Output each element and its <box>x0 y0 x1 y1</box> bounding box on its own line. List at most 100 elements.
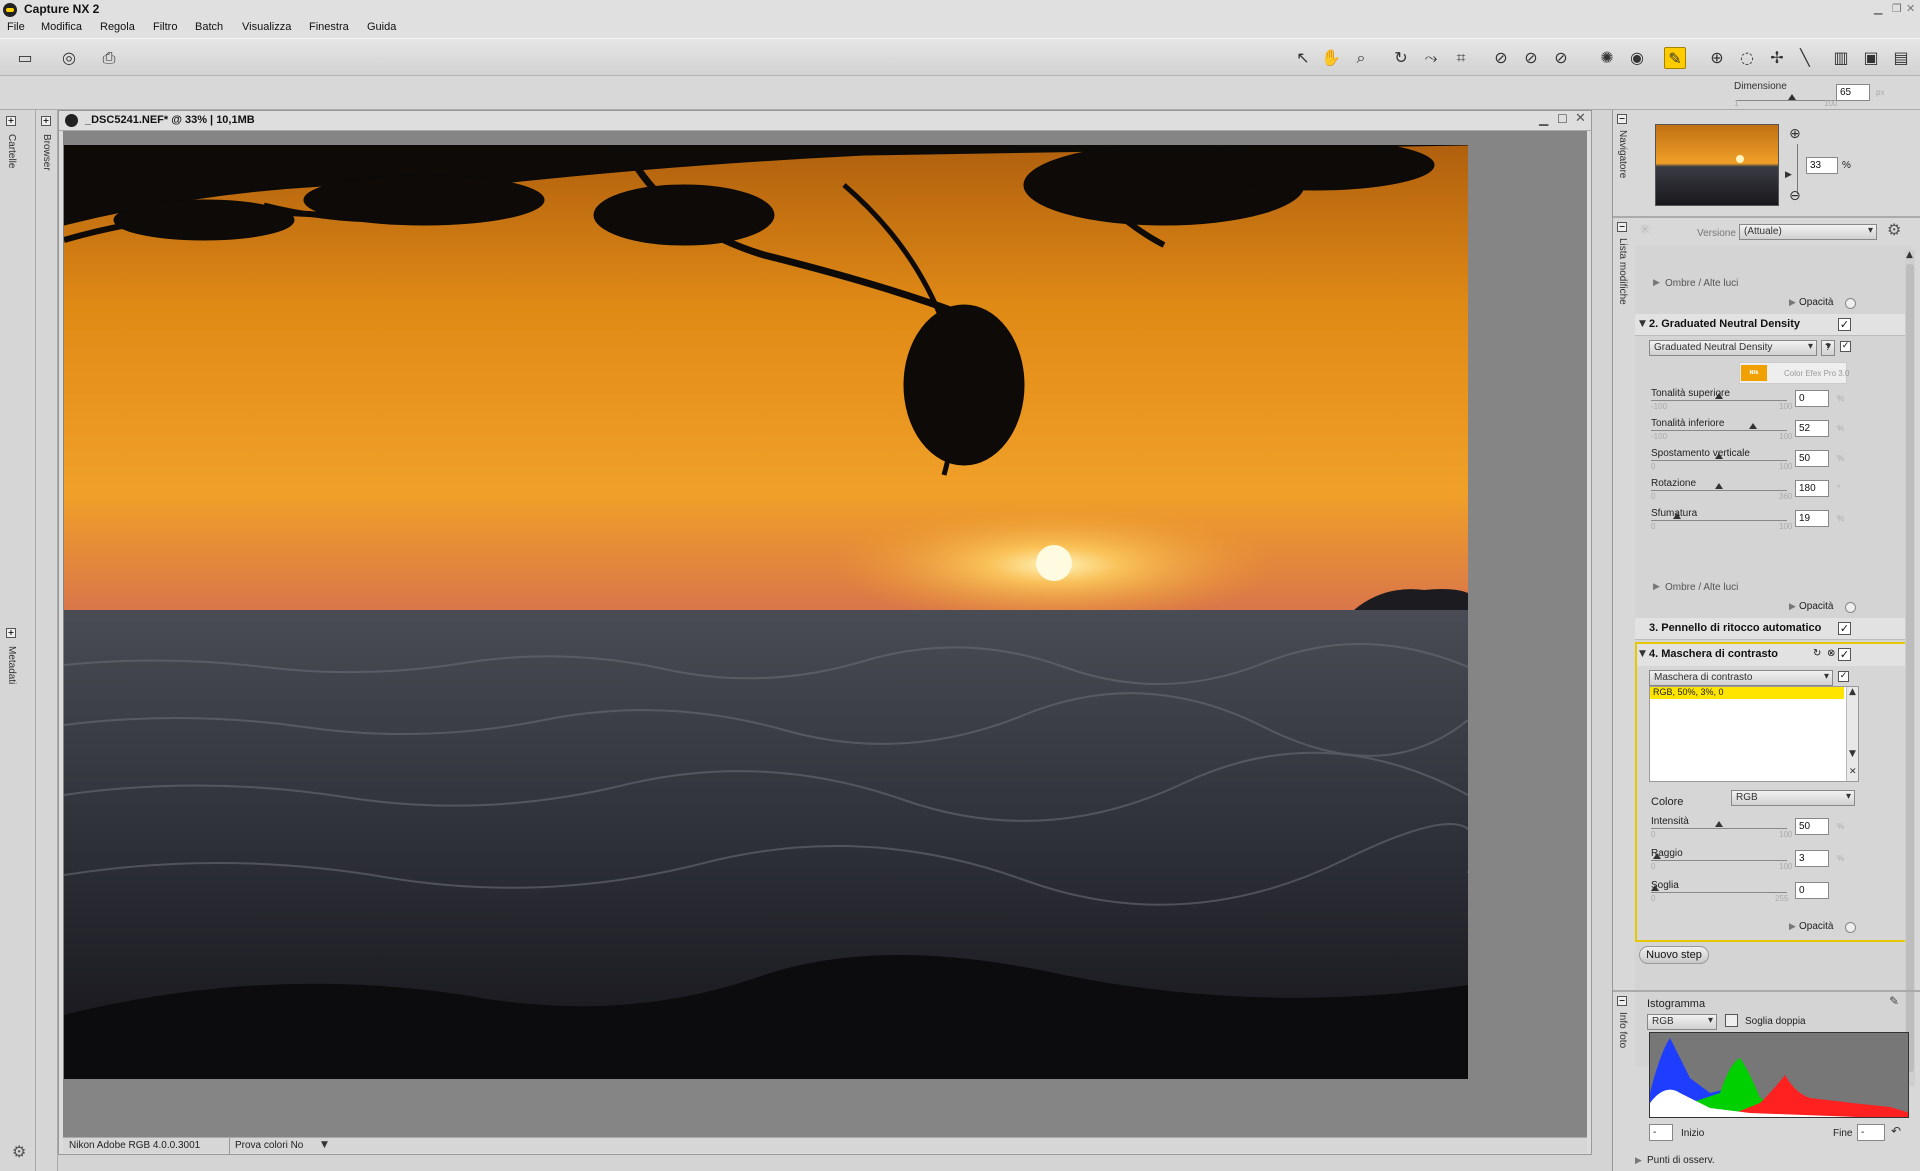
step4-collapse-icon[interactable]: ▼ <box>1639 649 1646 659</box>
step1-opacity-label[interactable]: Opacità <box>1799 297 1833 308</box>
watch-points-label[interactable]: Punti di osserv. <box>1647 1155 1715 1166</box>
cartelle-toggle[interactable]: + <box>6 116 16 126</box>
histogram-edit-icon[interactable]: ✎ <box>1889 994 1899 1008</box>
navigator-thumbnail[interactable] <box>1655 124 1779 206</box>
auto-retouch-brush-icon[interactable]: ✎ <box>1664 47 1686 69</box>
tab-cartelle[interactable]: Cartelle <box>6 134 17 168</box>
param-slider-track[interactable] <box>1651 460 1787 461</box>
lasso-icon[interactable]: ◌ <box>1736 47 1758 69</box>
print-icon[interactable]: ⎙ <box>98 47 120 69</box>
list-delete-icon[interactable]: ✕ <box>1849 767 1857 777</box>
menu-guida[interactable]: Guida <box>367 21 396 33</box>
zoom-icon[interactable]: ⌕ <box>1350 47 1372 69</box>
param-slider-thumb[interactable] <box>1673 513 1681 519</box>
menu-batch[interactable]: Batch <box>195 21 223 33</box>
dimension-input[interactable]: 65 <box>1836 84 1870 101</box>
step2-shadows-label[interactable]: Ombre / Alte luci <box>1665 582 1738 593</box>
param-input[interactable]: 52 <box>1795 420 1829 437</box>
step2-header[interactable]: ▼ 2. Graduated Neutral Density ✓ <box>1635 314 1913 336</box>
step4-opacity-label[interactable]: Opacità <box>1799 921 1833 932</box>
zoom-input[interactable]: 33 <box>1806 157 1838 174</box>
watch-points-expand-icon[interactable]: ▶ <box>1635 1156 1642 1166</box>
param-slider-track[interactable] <box>1651 430 1787 431</box>
param-slider-track[interactable] <box>1651 400 1787 401</box>
step1-opacity-radio[interactable] <box>1845 298 1856 309</box>
minimize-icon[interactable]: ▁ <box>1874 2 1882 15</box>
zoom-out-icon[interactable]: ⊖ <box>1789 188 1801 204</box>
colore-select[interactable]: RGB <box>1731 790 1855 806</box>
doc-minimize-icon[interactable]: ▁ <box>1539 112 1548 126</box>
step4-delete-icon[interactable]: ⊗ <box>1827 648 1835 659</box>
param-slider-track[interactable] <box>1651 490 1787 491</box>
black-point-icon[interactable]: ⊘ <box>1490 47 1512 69</box>
gradient-icon[interactable]: ▥ <box>1830 47 1852 69</box>
param-input[interactable]: 180 <box>1795 480 1829 497</box>
list-item-selected[interactable]: RGB, 50%, 3%, 0 <box>1650 687 1844 699</box>
close-icon[interactable]: ✕ <box>1906 2 1915 15</box>
doc-close-icon[interactable]: ✕ <box>1575 111 1586 126</box>
menu-regola[interactable]: Regola <box>100 21 135 33</box>
tab-browser[interactable]: Browser <box>41 134 52 171</box>
step2-filter-select[interactable]: Graduated Neutral Density <box>1649 340 1817 356</box>
param-slider-thumb[interactable] <box>1715 483 1723 489</box>
selection-brush-icon[interactable]: ✢ <box>1766 47 1788 69</box>
param-slider-thumb[interactable] <box>1749 423 1757 429</box>
param-input[interactable]: 3 <box>1795 850 1829 867</box>
crop-icon[interactable]: ⌗ <box>1450 47 1472 69</box>
param-slider-thumb[interactable] <box>1715 393 1723 399</box>
param-slider-thumb[interactable] <box>1715 821 1723 827</box>
direct-select-icon[interactable]: ↖ <box>1292 47 1314 69</box>
brush-icon[interactable]: ╲ <box>1794 47 1816 69</box>
step2-help-button[interactable]: ? <box>1821 340 1835 356</box>
scroll-down-icon[interactable]: ▼ <box>1849 749 1856 759</box>
settings-gear-icon[interactable]: ⚙ <box>12 1142 26 1161</box>
shadows-expand-icon[interactable]: ▶ <box>1653 278 1660 288</box>
menu-visualizza[interactable]: Visualizza <box>242 21 291 33</box>
step3-header[interactable]: 3. Pennello di ritocco automatico ✓ <box>1635 618 1913 640</box>
workspace-icon[interactable]: ▭ <box>14 47 36 69</box>
step4-filter-checkbox[interactable]: ✓ <box>1838 671 1849 682</box>
param-input[interactable]: 0 <box>1795 390 1829 407</box>
step2-enable-checkbox[interactable]: ✓ <box>1838 318 1851 331</box>
param-slider-thumb[interactable] <box>1653 853 1661 859</box>
photo-info-toggle[interactable]: − <box>1617 996 1627 1006</box>
step2-shadows-expand-icon[interactable]: ▶ <box>1653 582 1660 592</box>
red-eye-icon[interactable]: ✺ <box>1596 47 1618 69</box>
navigator-toggle[interactable]: − <box>1617 114 1627 124</box>
tab-photo-info[interactable]: Info foto <box>1617 1012 1628 1048</box>
histogram-graph[interactable] <box>1649 1032 1909 1118</box>
opacity-expand-icon[interactable]: ▶ <box>1789 298 1796 308</box>
step2-collapse-icon[interactable]: ▼ <box>1639 319 1646 329</box>
dimension-slider-thumb[interactable] <box>1788 94 1796 100</box>
edit-list-gear-icon[interactable]: ⚙ <box>1887 220 1901 239</box>
tab-navigator[interactable]: Navigatore <box>1617 130 1628 178</box>
zoom-slider-track[interactable] <box>1797 144 1798 194</box>
histogram-channel-select[interactable]: RGB <box>1647 1014 1717 1030</box>
end-input[interactable]: - <box>1857 1124 1885 1141</box>
doc-maximize-icon[interactable]: ☐ <box>1557 112 1568 126</box>
dimension-slider-track[interactable] <box>1736 100 1836 101</box>
menu-finestra[interactable]: Finestra <box>309 21 349 33</box>
proof-dropdown-icon[interactable]: ▼ <box>321 1140 328 1150</box>
list-scrollbar[interactable]: ▲ ▼ ✕ <box>1846 687 1858 781</box>
menu-filtro[interactable]: Filtro <box>153 21 177 33</box>
restore-icon[interactable]: ❐ <box>1892 2 1902 15</box>
neutral-point-icon[interactable]: ⊘ <box>1520 47 1542 69</box>
proof-colors[interactable]: Prova colori No <box>235 1140 303 1151</box>
step3-enable-checkbox[interactable]: ✓ <box>1838 622 1851 635</box>
tab-metadati[interactable]: Metadati <box>6 646 17 684</box>
sunset-sea-photo[interactable] <box>64 145 1468 1079</box>
white-point-icon[interactable]: ⊘ <box>1550 47 1572 69</box>
step2-opacity-radio[interactable] <box>1845 602 1856 613</box>
param-slider-track[interactable] <box>1651 520 1787 521</box>
step1-shadows-label[interactable]: Ombre / Alte luci <box>1665 278 1738 289</box>
edit-scroll-thumb[interactable] <box>1906 264 1914 1072</box>
eye-icon[interactable]: ◉ <box>1626 47 1648 69</box>
version-select[interactable]: (Attuale) <box>1739 224 1877 240</box>
edit-list-toggle[interactable]: − <box>1617 222 1627 232</box>
metadati-toggle[interactable]: + <box>6 628 16 638</box>
start-input[interactable]: - <box>1649 1124 1673 1141</box>
step2-filter-checkbox[interactable]: ✓ <box>1840 341 1851 352</box>
histogram-reset-icon[interactable]: ↶ <box>1891 1124 1901 1138</box>
step4-enable-checkbox[interactable]: ✓ <box>1838 648 1851 661</box>
